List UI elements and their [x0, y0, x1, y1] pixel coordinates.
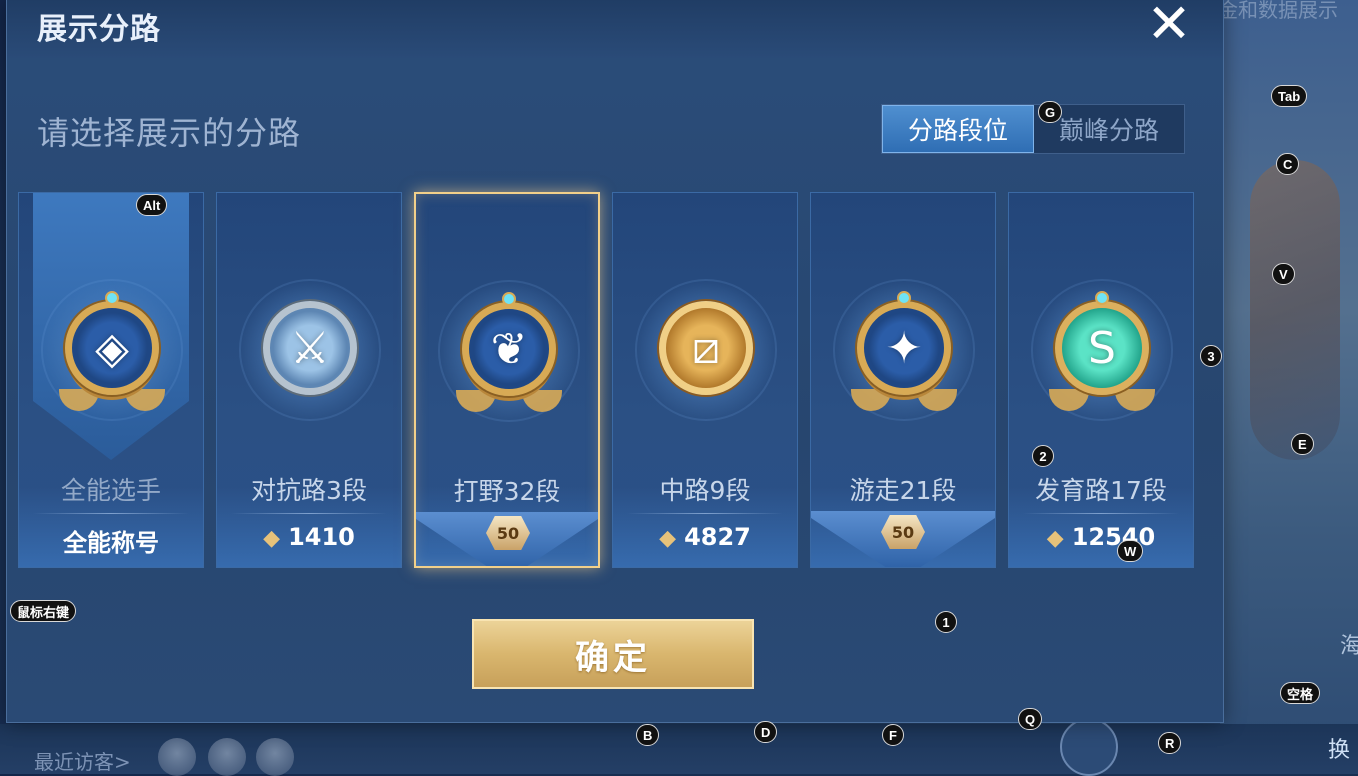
card-name: 对抗路3段 [251, 476, 367, 505]
mid-lane-emblem-icon: ⧄ [659, 301, 753, 395]
close-icon[interactable]: ✕ [1143, 0, 1195, 51]
card-value: ◆ 4827 [659, 523, 751, 551]
lane-card-farm[interactable]: S 发育路17段 ◆ 12540 [1008, 192, 1194, 568]
lane-card-list: ◈ 全能选手 全能称号 ⚔ 对抗路3段 ◆ 1410 ❦ 打野32段 50 ⧄ 中… [18, 192, 1208, 570]
roam-emblem-icon: ✦ [857, 301, 951, 395]
key-hint-space: 空格 [1280, 682, 1321, 704]
visitor-avatar[interactable] [208, 738, 246, 776]
farm-lane-emblem-icon: S [1055, 301, 1149, 395]
key-hint-v: V [1272, 263, 1295, 285]
card-value: ◆ 12540 [1046, 523, 1156, 551]
background-right-char: 海 [1340, 634, 1358, 659]
key-hint-1: 1 [935, 611, 957, 633]
lane-card-roam[interactable]: ✦ 游走21段 50 [810, 192, 996, 568]
card-name: 打野32段 [453, 477, 561, 506]
star-badge: 50 [881, 515, 925, 549]
key-hint-3: 3 [1200, 345, 1222, 367]
background-round-button [1060, 718, 1118, 776]
background-character [1250, 160, 1340, 460]
visitor-avatar[interactable] [158, 738, 196, 776]
gem-icon [897, 291, 911, 305]
star-badge: 50 [486, 516, 530, 550]
card-name: 发育路17段 [1035, 476, 1167, 505]
card-value: 全能称号 [63, 529, 159, 557]
key-hint-q: Q [1018, 708, 1043, 730]
gem-icon [1095, 291, 1109, 305]
background-right-char: 换 [1328, 738, 1351, 763]
card-name: 中路9段 [659, 476, 751, 505]
key-hint-e: E [1291, 433, 1314, 455]
lane-card-mid[interactable]: ⧄ 中路9段 ◆ 4827 [612, 192, 798, 568]
rank-points-icon: ◆ [263, 526, 281, 551]
key-hint-f: F [882, 724, 904, 746]
lane-card-jungle[interactable]: ❦ 打野32段 50 [414, 192, 600, 568]
gem-icon [502, 292, 516, 306]
dialog-subtitle: 请选择展示的分路 [37, 114, 302, 152]
recent-visitors-label[interactable]: 最近访客> [34, 746, 131, 775]
card-name: 游走21段 [849, 476, 957, 505]
tab-lane-rank[interactable]: 分路段位 [882, 105, 1034, 153]
lane-card-clash[interactable]: ⚔ 对抗路3段 ◆ 1410 [216, 192, 402, 568]
key-hint-alt: Alt [136, 194, 168, 216]
jungle-emblem-icon: ❦ [462, 302, 556, 396]
card-name: 全能选手 [60, 476, 161, 505]
lane-card-all-round[interactable]: ◈ 全能选手 全能称号 [18, 192, 204, 568]
key-hint-right-click: 鼠标右键 [10, 600, 77, 622]
key-hint-g: G [1038, 101, 1063, 123]
dialog-title: 展示分路 [37, 12, 161, 47]
background-bottom-strip [0, 724, 1358, 774]
key-hint-tab: Tab [1271, 85, 1308, 107]
dialog-title-bar [7, 0, 1223, 58]
lane-mode-tabs: 分路段位 巅峰分路 [881, 104, 1185, 154]
card-value: ◆ 1410 [263, 523, 355, 551]
rank-points-icon: ◆ [1046, 526, 1064, 551]
key-hint-2: 2 [1032, 445, 1054, 467]
rank-points-icon: ◆ [659, 526, 677, 551]
visitor-avatar[interactable] [256, 738, 294, 776]
clash-lane-emblem-icon: ⚔ [263, 301, 357, 395]
confirm-button[interactable]: 确定 [472, 619, 754, 689]
key-hint-w: W [1117, 540, 1144, 562]
background-top-text: 金和数据展示 [1218, 0, 1338, 22]
all-round-emblem-icon: ◈ [65, 301, 159, 395]
gem-icon [105, 291, 119, 305]
